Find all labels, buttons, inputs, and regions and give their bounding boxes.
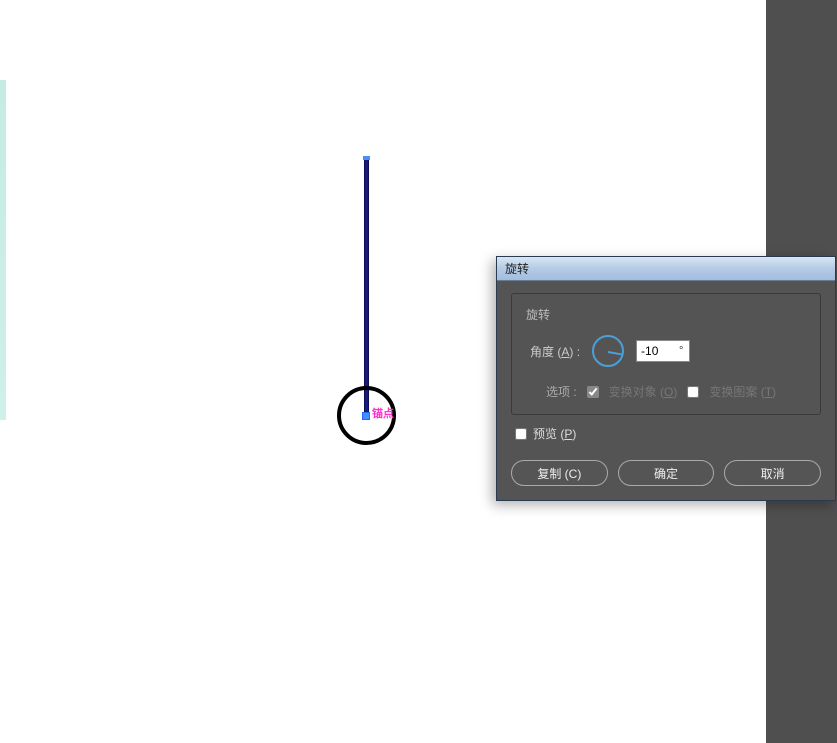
line-shape[interactable] [364, 158, 369, 418]
angle-label-prefix: 角度 ( [530, 345, 561, 359]
transform-object-suffix: ) [673, 385, 677, 399]
preview-prefix: 预览 ( [533, 427, 564, 441]
transform-object-checkbox[interactable] [587, 386, 599, 398]
anchor-label: 锚点 [372, 405, 394, 421]
angle-input-wrap[interactable]: ° [636, 340, 690, 362]
dialog-body: 旋转 角度 (A) : ° 选项 : 变换对象 (O) [497, 281, 835, 500]
ruler-strip [0, 80, 6, 420]
preview-suffix: ) [572, 427, 576, 441]
preview-checkbox[interactable] [515, 428, 527, 440]
transform-pattern-suffix: ) [772, 385, 776, 399]
angle-label-suffix: ) : [569, 345, 580, 359]
dialog-titlebar[interactable]: 旋转 [497, 257, 835, 281]
transform-object-label: 变换对象 (O) [609, 383, 678, 400]
transform-pattern-prefix: 变换图案 ( [709, 385, 764, 399]
cancel-button-label: 取消 [761, 465, 785, 482]
transform-pattern-checkbox[interactable] [687, 386, 699, 398]
cancel-button[interactable]: 取消 [724, 460, 821, 486]
options-row: 选项 : 变换对象 (O) 变换图案 (T) [526, 383, 806, 400]
dialog-button-row: 复制 (C) 确定 取消 [511, 460, 821, 486]
rotate-dialog: 旋转 旋转 角度 (A) : ° 选项 : 变换对象 (O) [496, 256, 836, 501]
options-label: 选项 : [546, 383, 577, 400]
transform-object-accel: O [664, 385, 673, 399]
dialog-title: 旋转 [505, 260, 529, 277]
rotate-group: 旋转 角度 (A) : ° 选项 : 变换对象 (O) [511, 293, 821, 415]
rotation-anchor-point[interactable] [362, 412, 370, 420]
transform-pattern-accel: T [765, 385, 772, 399]
copy-button[interactable]: 复制 (C) [511, 460, 608, 486]
degree-symbol: ° [679, 345, 689, 357]
line-top-handle[interactable] [363, 156, 370, 160]
ok-button-label: 确定 [654, 465, 678, 482]
group-title: 旋转 [526, 306, 806, 323]
angle-row: 角度 (A) : ° [526, 335, 806, 367]
transform-object-prefix: 变换对象 ( [609, 385, 664, 399]
preview-row: 预览 (P) [511, 425, 821, 442]
ok-button[interactable]: 确定 [618, 460, 715, 486]
angle-label: 角度 (A) : [530, 343, 580, 360]
angle-dial[interactable] [592, 335, 624, 367]
transform-pattern-label: 变换图案 (T) [709, 383, 776, 400]
copy-button-label: 复制 (C) [537, 465, 581, 482]
preview-label: 预览 (P) [533, 425, 576, 442]
angle-input[interactable] [637, 342, 679, 360]
